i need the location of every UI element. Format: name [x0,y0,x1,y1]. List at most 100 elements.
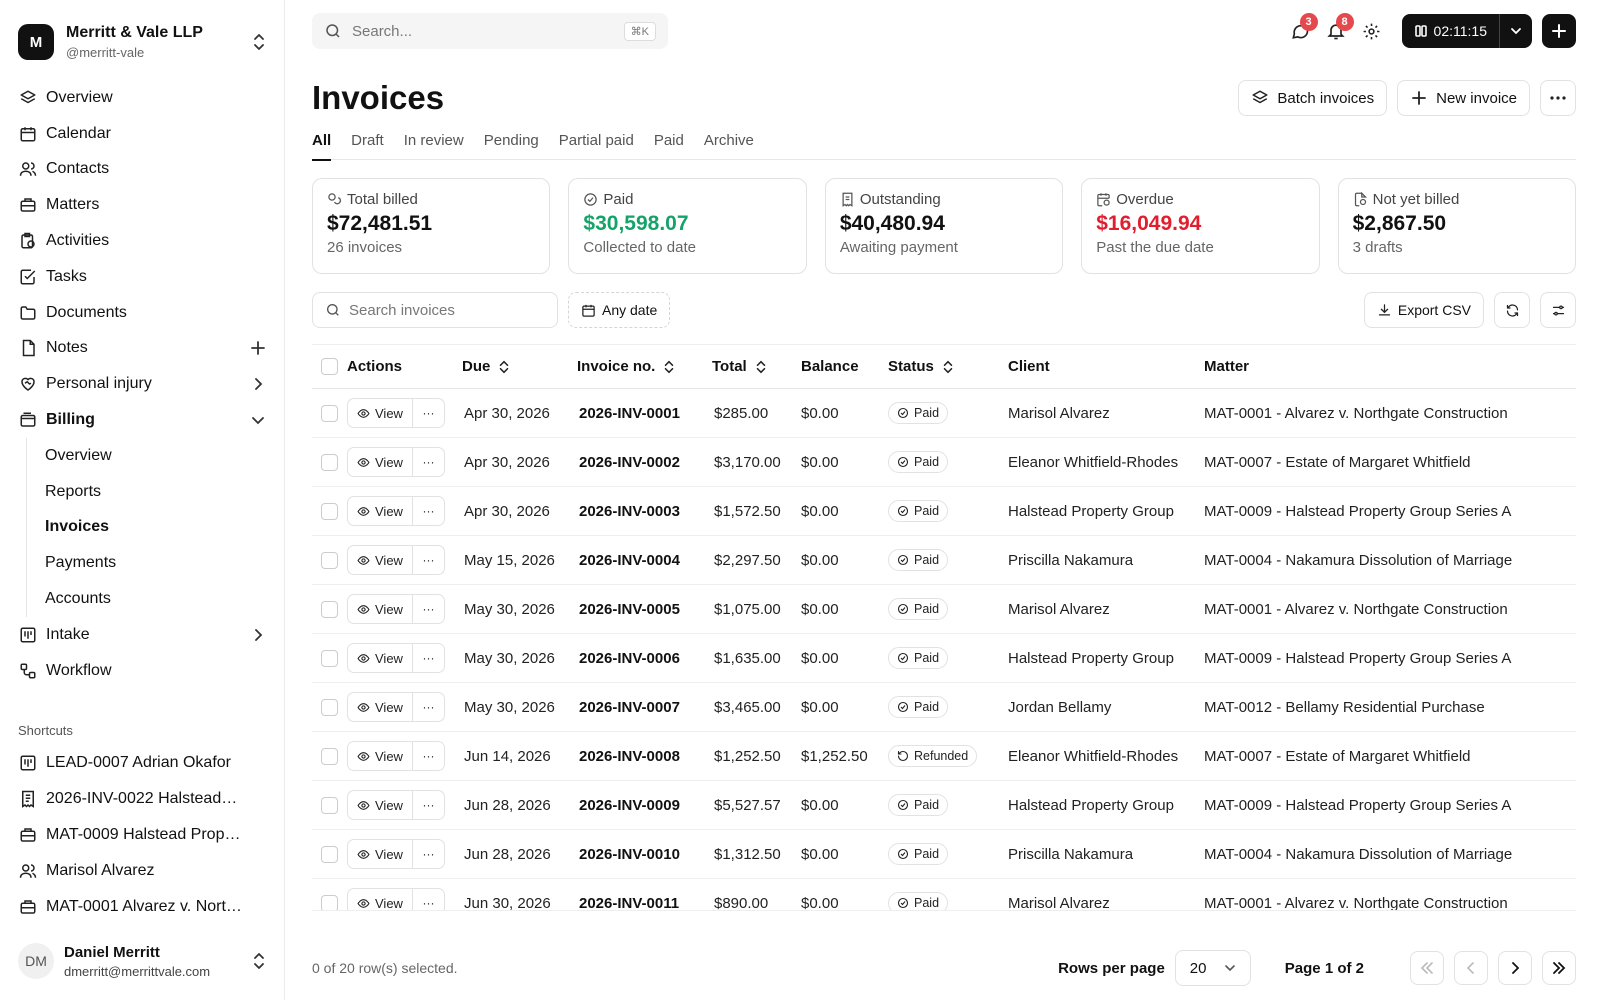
time-tracker[interactable]: 02:11:15 [1401,14,1532,48]
new-invoice-button[interactable]: New invoice [1397,80,1530,116]
row-more-button[interactable]: ··· [413,448,444,476]
view-button[interactable]: View [348,644,413,672]
table-row[interactable]: View ··· Apr 30, 2026 2026-INV-0003 $1,572.5… [312,487,1576,536]
table-row[interactable]: View ··· May 30, 2026 2026-INV-0007 $3,465.0… [312,683,1576,732]
table-row[interactable]: View ··· Jun 14, 2026 2026-INV-0008 $1,252.5… [312,732,1576,781]
view-settings-button[interactable] [1540,292,1576,328]
view-button[interactable]: View [348,497,413,525]
cell-invoice-no[interactable]: 2026-INV-0005 [577,585,712,634]
view-button[interactable]: View [348,595,413,623]
row-more-button[interactable]: ··· [413,546,444,574]
tab-paid[interactable]: Paid [654,122,684,160]
select-all-checkbox[interactable] [321,358,338,376]
row-checkbox[interactable] [321,404,338,422]
subnav-billing-overview[interactable]: Overview [45,438,266,474]
table-row[interactable]: View ··· May 30, 2026 2026-INV-0006 $1,635.0… [312,634,1576,683]
row-checkbox[interactable] [321,600,338,618]
nav-calendar[interactable]: Calendar [18,116,266,152]
table-row[interactable]: View ··· May 30, 2026 2026-INV-0005 $1,075.0… [312,585,1576,634]
row-more-button[interactable]: ··· [413,497,444,525]
cell-invoice-no[interactable]: 2026-INV-0010 [577,830,712,879]
shortcut-item[interactable]: MAT-0009 Halstead Prop… [18,817,266,853]
user-menu[interactable]: DM Daniel Merritt dmerritt@merrittvale.c… [0,922,284,1000]
view-button[interactable]: View [348,546,413,574]
nav-activities[interactable]: Activities [18,223,266,259]
rows-per-page-select[interactable]: 20 [1174,950,1251,986]
row-checkbox[interactable] [321,747,338,765]
tab-pending[interactable]: Pending [484,122,539,160]
notifications-button[interactable]: 8 [1318,13,1354,49]
last-page-button[interactable] [1542,951,1576,985]
invoice-search-input[interactable]: Search invoices [312,292,558,328]
nav-tasks[interactable]: Tasks [18,259,266,295]
table-row[interactable]: View ··· Jun 30, 2026 2026-INV-0011 $890.00 $… [312,879,1576,911]
nav-matters[interactable]: Matters [18,187,266,223]
nav-intake[interactable]: Intake [18,617,266,653]
tab-draft[interactable]: Draft [351,122,384,160]
shortcut-item[interactable]: 2026-INV-0022 Halstead… [18,781,266,817]
nav-overview[interactable]: Overview [18,80,266,116]
timer-dropdown[interactable] [1500,14,1532,48]
cell-invoice-no[interactable]: 2026-INV-0002 [577,438,712,487]
cell-invoice-no[interactable]: 2026-INV-0008 [577,732,712,781]
invoices-table-container[interactable]: Actions Due Invoice no. Total Balance St… [312,328,1576,911]
view-button[interactable]: View [348,791,413,819]
row-more-button[interactable]: ··· [413,742,444,770]
row-more-button[interactable]: ··· [413,791,444,819]
table-row[interactable]: View ··· Jun 28, 2026 2026-INV-0010 $1,312.5… [312,830,1576,879]
col-total[interactable]: Total [712,345,801,389]
cell-invoice-no[interactable]: 2026-INV-0003 [577,487,712,536]
shortcut-item[interactable]: MAT-0001 Alvarez v. Nort… [18,889,266,925]
subnav-billing-invoices[interactable]: Invoices [45,510,266,546]
row-checkbox[interactable] [321,551,338,569]
nav-personal-injury[interactable]: Personal injury [18,366,266,402]
subnav-billing-reports[interactable]: Reports [45,474,266,510]
nav-billing[interactable]: Billing [18,402,266,438]
next-page-button[interactable] [1498,951,1532,985]
view-button[interactable]: View [348,889,413,910]
refresh-button[interactable] [1494,292,1530,328]
settings-button[interactable] [1354,13,1390,49]
row-more-button[interactable]: ··· [413,840,444,868]
cell-invoice-no[interactable]: 2026-INV-0004 [577,536,712,585]
row-checkbox[interactable] [321,698,338,716]
view-button[interactable]: View [348,840,413,868]
first-page-button[interactable] [1410,951,1444,985]
more-options-button[interactable] [1540,80,1576,116]
row-checkbox[interactable] [321,894,338,910]
row-checkbox[interactable] [321,796,338,814]
table-row[interactable]: View ··· Apr 30, 2026 2026-INV-0002 $3,170.0… [312,438,1576,487]
table-row[interactable]: View ··· Apr 30, 2026 2026-INV-0001 $285.00 $… [312,389,1576,438]
view-button[interactable]: View [348,742,413,770]
date-filter-button[interactable]: Any date [568,292,671,328]
cell-invoice-no[interactable]: 2026-INV-0011 [577,879,712,911]
view-button[interactable]: View [348,693,413,721]
row-checkbox[interactable] [321,845,338,863]
nav-workflow[interactable]: Workflow [18,653,266,689]
nav-notes[interactable]: Notes [18,331,266,367]
row-checkbox[interactable] [321,453,338,471]
row-more-button[interactable]: ··· [413,644,444,672]
shortcut-item[interactable]: LEAD-0007 Adrian Okafor [18,746,266,782]
row-checkbox[interactable] [321,649,338,667]
cell-invoice-no[interactable]: 2026-INV-0006 [577,634,712,683]
timer-toggle[interactable]: 02:11:15 [1402,14,1500,48]
view-button[interactable]: View [348,448,413,476]
shortcut-item[interactable]: Marisol Alvarez [18,853,266,889]
tab-in-review[interactable]: In review [404,122,464,160]
quick-add-button[interactable] [1542,14,1576,48]
cell-invoice-no[interactable]: 2026-INV-0009 [577,781,712,830]
tab-archive[interactable]: Archive [704,122,754,160]
cell-invoice-no[interactable]: 2026-INV-0007 [577,683,712,732]
view-button[interactable]: View [348,399,413,427]
messages-button[interactable]: 3 [1282,13,1318,49]
export-csv-button[interactable]: Export CSV [1363,292,1484,328]
col-status[interactable]: Status [888,345,1008,389]
add-note-icon[interactable] [250,340,266,356]
cell-invoice-no[interactable]: 2026-INV-0001 [577,389,712,438]
nav-documents[interactable]: Documents [18,295,266,331]
subnav-billing-accounts[interactable]: Accounts [45,581,266,617]
row-checkbox[interactable] [321,502,338,520]
row-more-button[interactable]: ··· [413,399,444,427]
org-switcher[interactable]: M Merritt & Vale LLP @merritt-vale [0,0,284,70]
